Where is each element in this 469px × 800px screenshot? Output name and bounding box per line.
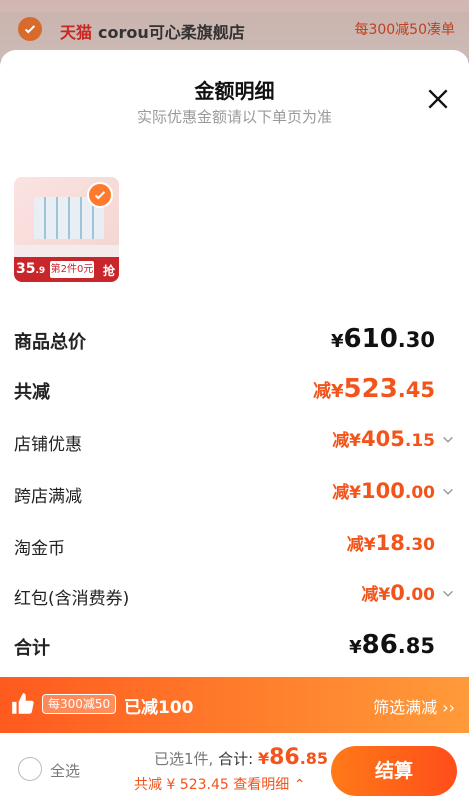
sheet-title: 金额明细 (194, 79, 275, 103)
checkout-footer: 全选 已选1件, 合计: ¥86.85 共减 ¥ 523.45 查看明细 ⌃ 结… (0, 733, 469, 800)
reduce-value: 减¥523.45 (312, 374, 435, 404)
reduce-label: 共减 (14, 382, 50, 403)
discount-text: 共减 ¥ 523.45 (134, 777, 229, 793)
cross-store-label: 跨店满减 (14, 487, 82, 507)
shop-discount-label: 店铺优惠 (14, 435, 82, 455)
selected-count: 已选1件, (154, 750, 214, 768)
store-promo[interactable]: 每300减50凑单 (354, 19, 455, 39)
row-cross-store[interactable]: 跨店满减 减¥100.00 (0, 478, 469, 510)
row-total-price: 商品总价 ¥610.30 (0, 324, 469, 356)
store-header: 天猫 corou可心柔旗舰店 每300减50凑单 (0, 12, 469, 48)
promo-text: 已减100 (124, 698, 194, 718)
row-red-packet[interactable]: 红包(含消费券) 减¥0.00 (0, 580, 469, 612)
row-total-reduce: 共减 减¥523.45 (0, 374, 469, 406)
chevron-down-icon[interactable] (441, 433, 455, 447)
sum-label: 合计 (14, 638, 50, 659)
taojinbi-value: 减¥18.30 (346, 531, 435, 555)
row-shop-discount[interactable]: 店铺优惠 减¥405.15 (0, 426, 469, 458)
promo-pill: 每300减50 (42, 694, 117, 714)
product-price-bar: 35.9 第2件0元 抢 (14, 257, 119, 282)
checkout-button[interactable]: 结算 (331, 746, 457, 796)
tmall-tag: 天猫 (60, 23, 93, 42)
product-price: 35.9 (16, 261, 46, 277)
chevron-up-icon: ⌃ (293, 777, 306, 793)
chevron-down-icon[interactable] (441, 485, 455, 499)
row-sum: 合计 ¥86.85 (0, 630, 469, 662)
store-check-icon[interactable] (18, 17, 42, 41)
background-top (0, 0, 469, 12)
product-check-icon[interactable] (87, 182, 113, 208)
store-name[interactable]: corou可心柔旗舰店 (98, 19, 245, 43)
red-packet-value: 减¥0.00 (361, 581, 435, 605)
select-all-label[interactable]: 全选 (50, 760, 80, 781)
red-packet-label: 红包(含消费券) (14, 589, 130, 609)
product-grab: 抢 (102, 264, 115, 278)
footer-discount: 共减 ¥ 523.45 查看明细 ⌃ (134, 774, 305, 794)
row-taojinbi: 淘金币 减¥18.30 (0, 530, 469, 562)
filter-discount-link[interactable]: 筛选满减 ›› (373, 694, 455, 718)
order-summary: 已选1件, 合计: ¥86.85 (154, 745, 328, 770)
footer-total-label: 合计: (218, 750, 254, 768)
chevron-down-icon[interactable] (441, 587, 455, 601)
total-price-value: ¥610.30 (330, 324, 435, 354)
select-all-radio[interactable] (18, 757, 42, 781)
sheet-subtitle: 实际优惠金额请以下单页为准 (136, 108, 332, 126)
product-deal: 第2件0元 (50, 261, 94, 278)
cross-store-value: 减¥100.00 (332, 479, 435, 503)
footer-total-amount: ¥86.85 (257, 745, 329, 770)
product-thumbnail[interactable]: 35.9 第2件0元 抢 (14, 177, 119, 282)
close-icon[interactable] (425, 86, 451, 112)
thumbs-up-icon (12, 693, 34, 714)
sum-value: ¥86.85 (349, 630, 435, 660)
total-price-label: 商品总价 (14, 332, 86, 353)
shop-discount-value: 减¥405.15 (332, 427, 435, 451)
view-detail-link[interactable]: 查看明细 ⌃ (233, 777, 305, 793)
taojinbi-label: 淘金币 (14, 539, 65, 559)
promo-bar[interactable]: 每300减50 已减100 筛选满减 ›› (0, 677, 469, 733)
